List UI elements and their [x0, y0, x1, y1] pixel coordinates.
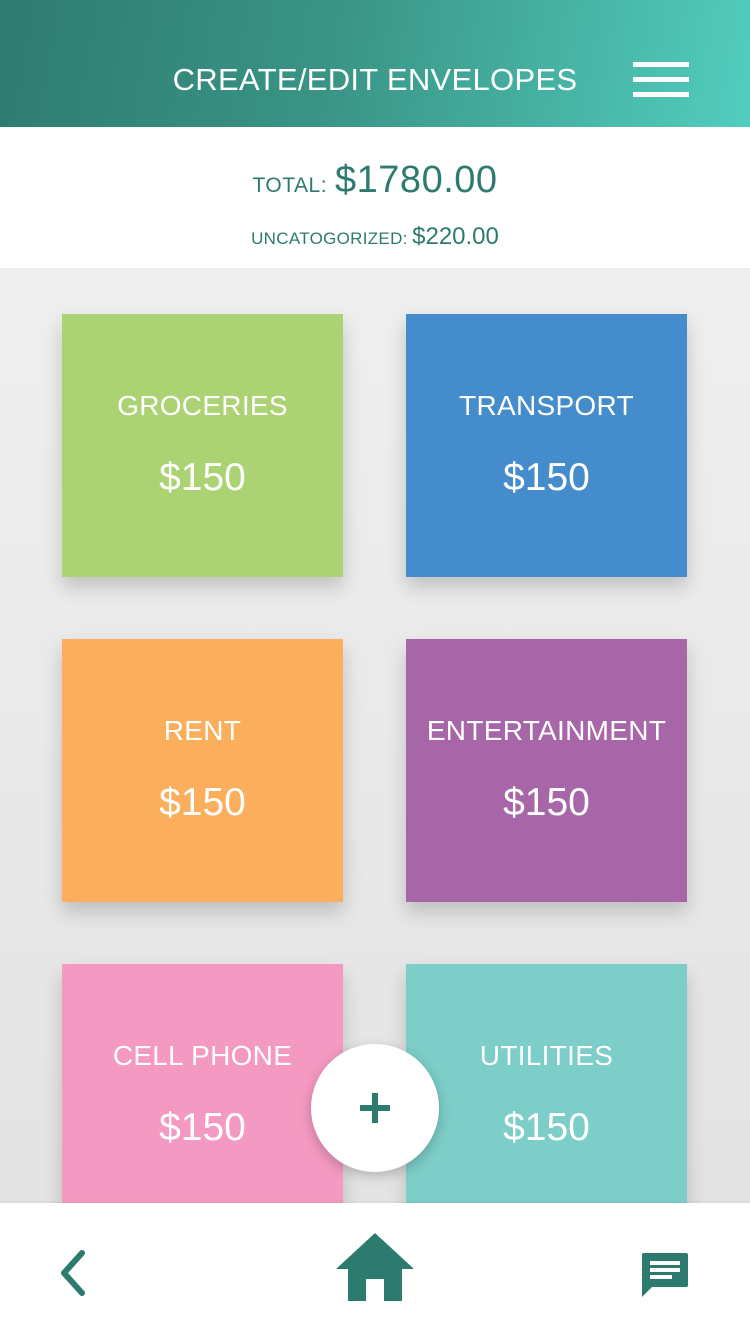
totals-panel: TOTAL: $1780.00 UNCATOGORIZED: $220.00	[0, 127, 750, 268]
envelope-name: RENT	[163, 715, 242, 746]
envelope-amount: $150	[503, 456, 590, 499]
envelope-name: TRANSPORT	[459, 390, 634, 421]
uncategorized-row: UNCATOGORIZED: $220.00	[0, 223, 750, 251]
total-row: TOTAL: $1780.00	[0, 159, 750, 202]
plus-icon	[360, 1093, 390, 1123]
total-label: TOTAL:	[252, 174, 328, 197]
uncategorized-value: $220.00	[412, 223, 499, 250]
chevron-left-icon[interactable]	[52, 1247, 96, 1299]
envelope-name: CELL PHONE	[112, 1040, 293, 1071]
add-envelope-button[interactable]	[311, 1044, 439, 1172]
envelope-tile-groceries[interactable]: GROCERIES $150	[62, 314, 343, 577]
header-bar: CREATE/EDIT ENVELOPES	[0, 0, 750, 127]
envelope-tile-transport[interactable]: TRANSPORT $150	[406, 314, 687, 577]
envelope-tile-utilities[interactable]: UTILITIES $150	[406, 964, 687, 1214]
envelope-tile-entertainment[interactable]: ENTERTAINMENT $150	[406, 639, 687, 902]
envelope-tile-cell-phone[interactable]: CELL PHONE $150	[62, 964, 343, 1214]
total-value: $1780.00	[335, 159, 498, 201]
bottom-nav-bar	[0, 1203, 750, 1334]
envelope-amount: $150	[159, 456, 246, 499]
chat-icon[interactable]	[640, 1251, 690, 1301]
hamburger-menu-icon[interactable]	[633, 62, 689, 100]
envelope-name: ENTERTAINMENT	[426, 715, 667, 746]
app-screen: CREATE/EDIT ENVELOPES TOTAL: $1780.00 UNC…	[0, 0, 750, 1334]
envelope-name: GROCERIES	[117, 390, 288, 421]
envelope-amount: $150	[503, 1106, 590, 1149]
envelope-name: UTILITIES	[479, 1040, 614, 1071]
envelope-amount: $150	[159, 1106, 246, 1149]
envelope-amount: $150	[503, 781, 590, 824]
uncategorized-label: UNCATOGORIZED:	[251, 229, 408, 248]
home-icon[interactable]	[334, 1231, 416, 1303]
envelope-amount: $150	[159, 781, 246, 824]
envelope-tile-rent[interactable]: RENT $150	[62, 639, 343, 902]
